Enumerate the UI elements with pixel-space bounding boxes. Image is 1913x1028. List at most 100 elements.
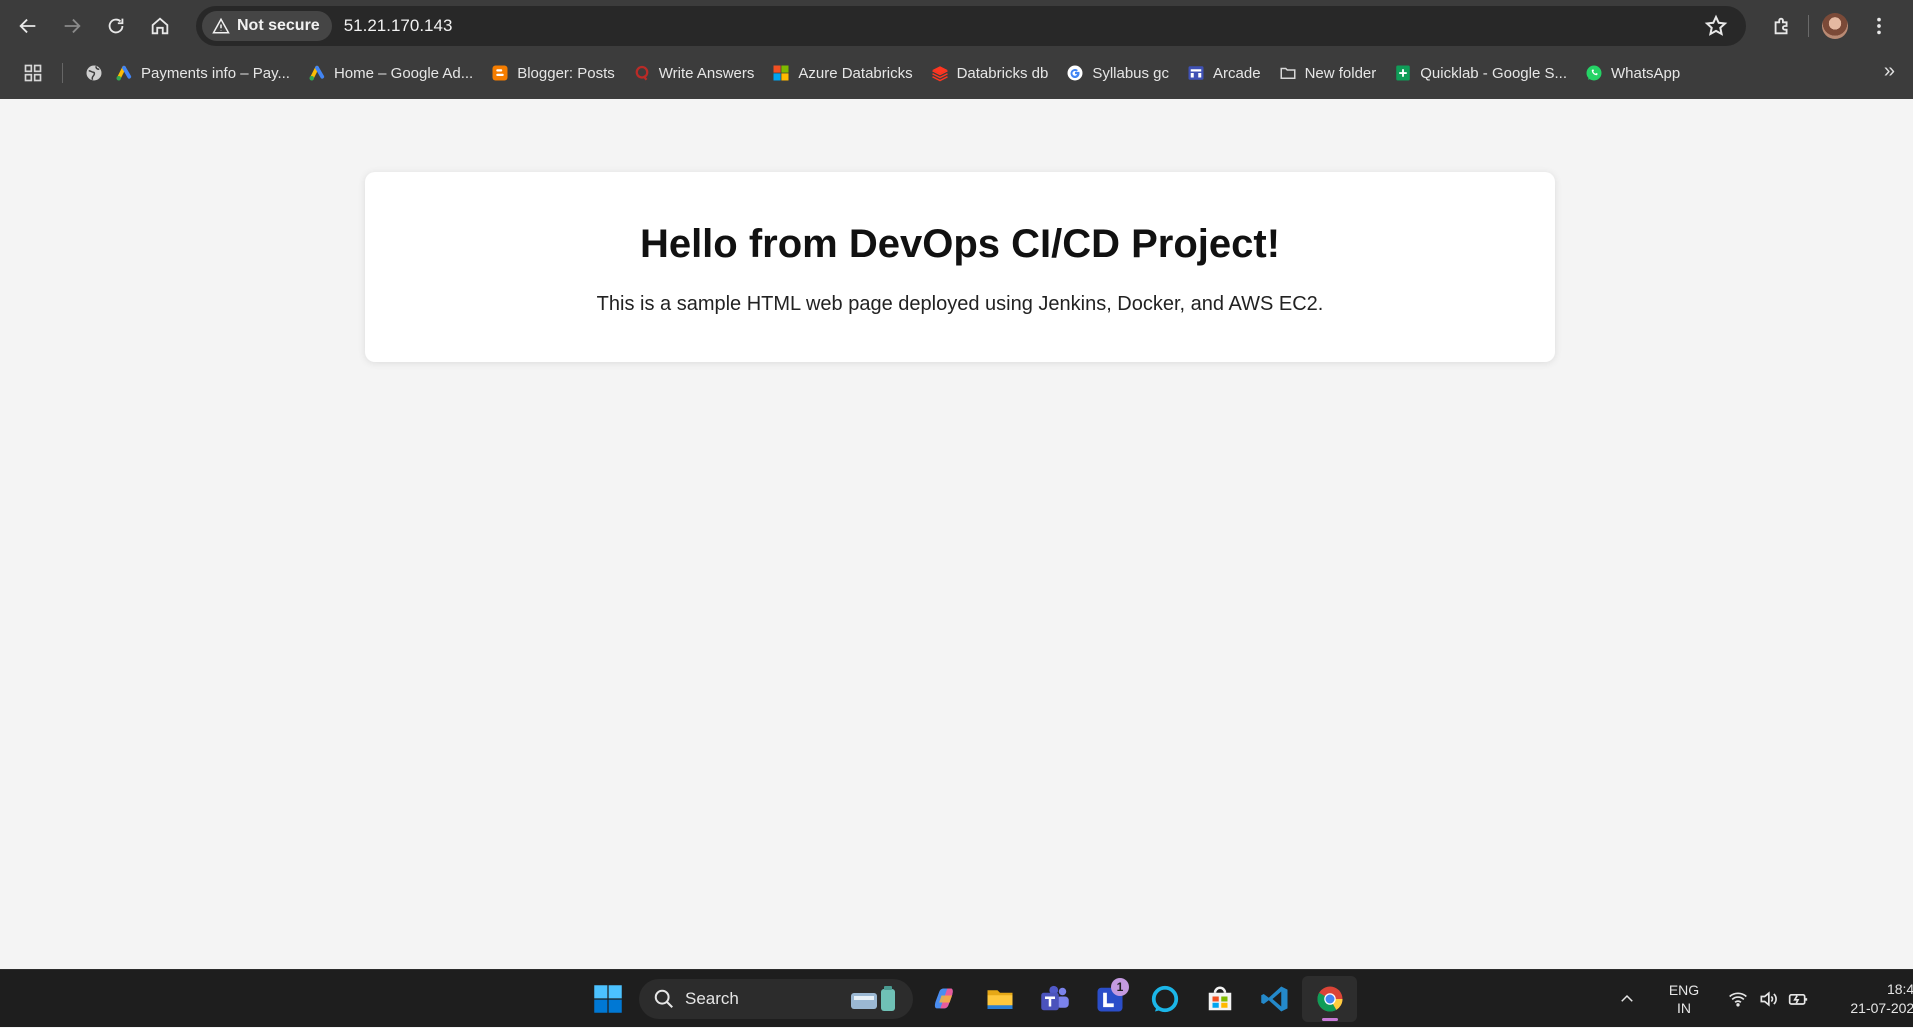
security-indicator[interactable]: Not secure <box>202 11 332 41</box>
windows-icon <box>593 985 622 1013</box>
menu-button[interactable] <box>1857 4 1901 48</box>
forward-button[interactable] <box>50 4 94 48</box>
clock-date: 21-07-2025 <box>1850 1000 1913 1016</box>
reload-icon <box>108 18 124 34</box>
home-icon <box>151 17 169 35</box>
bookmarks-bar: Payments info – Pay... Home – Google Ad.… <box>0 52 1913 94</box>
bookmark-item[interactable]: Write Answers <box>625 57 765 89</box>
clock-time: 18:42 <box>1886 981 1913 997</box>
tray-overflow-button[interactable] <box>1612 990 1642 1008</box>
bookmark-item[interactable]: Quicklab - Google S... <box>1386 57 1577 89</box>
back-button[interactable] <box>6 4 50 48</box>
bookmarks-overflow-button[interactable]: » <box>1884 60 1895 83</box>
page-viewport: Hello from DevOps CI/CD Project! This is… <box>0 99 1913 969</box>
arrow-right-icon <box>64 18 81 34</box>
microsoft-icon <box>772 64 790 82</box>
chevron-double-right-icon: » <box>1883 60 1895 82</box>
folder-icon <box>987 990 1012 1009</box>
bookmark-item[interactable]: Syllabus gc <box>1058 57 1179 89</box>
bookmark-star-button[interactable] <box>1704 14 1728 43</box>
teams-icon <box>1040 985 1069 1011</box>
bookmark-item[interactable]: Azure Databricks <box>764 57 922 89</box>
more-vertical-icon <box>1877 17 1881 35</box>
page-description: This is a sample HTML web page deployed … <box>596 293 1324 315</box>
profile-button[interactable] <box>1813 4 1857 48</box>
bookmark-label: Azure Databricks <box>798 64 913 82</box>
google-ads-icon <box>308 64 326 82</box>
language-indicator[interactable]: ENG IN <box>1654 981 1714 1017</box>
wifi-icon <box>1729 992 1747 1007</box>
extensions-button[interactable] <box>1760 4 1804 48</box>
copilot-icon <box>934 988 953 1009</box>
region-label: IN <box>1677 1000 1691 1016</box>
taskbar-apps: Search 1 <box>580 976 1357 1022</box>
browser-chrome: Not secure 51.21.170.143 Payments info –… <box>0 0 1913 99</box>
blogger-icon <box>491 64 509 82</box>
bookmark-label: New folder <box>1304 64 1377 82</box>
arcade-icon <box>1187 64 1205 82</box>
bookmark-item[interactable]: New folder <box>1271 57 1387 89</box>
url-text[interactable]: 51.21.170.143 <box>344 16 453 36</box>
taskbar-vscode[interactable] <box>1247 976 1302 1022</box>
language-label: ENG <box>1668 982 1700 998</box>
battery-charging-icon <box>1788 994 1808 1005</box>
whatsapp-icon <box>1585 64 1603 82</box>
search-highlight-icon <box>851 986 895 1011</box>
clock[interactable]: 18:42 21-07-2025 <box>1838 980 1913 1018</box>
start-button[interactable] <box>580 976 635 1022</box>
page-heading: Hello from DevOps CI/CD Project! <box>639 222 1281 266</box>
warning-icon <box>212 17 230 34</box>
arrow-left-icon <box>19 18 36 34</box>
reload-button[interactable] <box>94 4 138 48</box>
chrome-icon <box>1316 986 1343 1012</box>
store-icon <box>1208 986 1231 1011</box>
taskbar-teams[interactable] <box>1027 976 1082 1022</box>
bookmark-item[interactable]: Databricks db <box>923 57 1059 89</box>
home-button[interactable] <box>138 4 182 48</box>
bookmarks-divider <box>62 63 63 83</box>
quora-icon <box>633 64 651 82</box>
apps-button[interactable] <box>20 60 46 86</box>
bookmark-label: Payments info – Pay... <box>141 64 290 82</box>
taskbar-learning-app[interactable]: 1 <box>1082 976 1137 1022</box>
apps-grid-icon <box>24 64 42 82</box>
security-label: Not secure <box>237 17 320 34</box>
bookmark-item[interactable]: Home – Google Ad... <box>300 57 483 89</box>
taskbar-chrome[interactable] <box>1302 976 1357 1022</box>
vscode-icon <box>1260 986 1287 1012</box>
folder-icon <box>1279 64 1297 82</box>
chevron-up-icon <box>1621 994 1633 1002</box>
bookmark-label: Quicklab - Google S... <box>1420 64 1567 82</box>
bookmark-item[interactable]: Arcade <box>1179 57 1271 89</box>
alexa-icon <box>1151 985 1178 1013</box>
bookmark-item[interactable]: WhatsApp <box>1577 57 1690 89</box>
databricks-icon <box>931 64 949 82</box>
avatar <box>1822 13 1848 39</box>
taskbar-copilot[interactable] <box>917 976 972 1022</box>
taskbar-search[interactable]: Search <box>639 979 913 1019</box>
bookmark-label: Arcade <box>1213 64 1261 82</box>
puzzle-icon <box>1774 17 1788 35</box>
system-tray: ENG IN 18:42 21-07-2025 <box>1612 970 1913 1028</box>
notification-badge: 1 <box>1111 978 1129 996</box>
taskbar-store[interactable] <box>1192 976 1247 1022</box>
globe-icon <box>85 64 103 82</box>
google-ads-icon <box>115 64 133 82</box>
taskbar: Search 1 ENG IN 18:4 21-07-202 <box>0 969 1913 1027</box>
content-card: Hello from DevOps CI/CD Project! This is… <box>365 172 1555 362</box>
bookmark-globe[interactable] <box>77 57 107 89</box>
bookmark-item[interactable]: Blogger: Posts <box>483 57 625 89</box>
bookmark-label: Databricks db <box>956 64 1049 82</box>
bookmark-label: Write Answers <box>658 64 755 82</box>
toolbar-divider <box>1808 15 1809 37</box>
bookmark-label: Home – Google Ad... <box>333 64 474 82</box>
bookmark-label: WhatsApp <box>1611 64 1681 82</box>
taskbar-file-explorer[interactable] <box>972 976 1027 1022</box>
google-icon <box>1066 64 1084 82</box>
quick-settings[interactable] <box>1728 989 1808 1009</box>
bookmark-item[interactable]: Payments info – Pay... <box>107 57 300 89</box>
search-label: Search <box>685 989 739 1008</box>
google-sheets-icon <box>1394 64 1412 82</box>
address-bar[interactable]: Not secure 51.21.170.143 <box>196 6 1746 46</box>
taskbar-alexa[interactable] <box>1137 976 1192 1022</box>
